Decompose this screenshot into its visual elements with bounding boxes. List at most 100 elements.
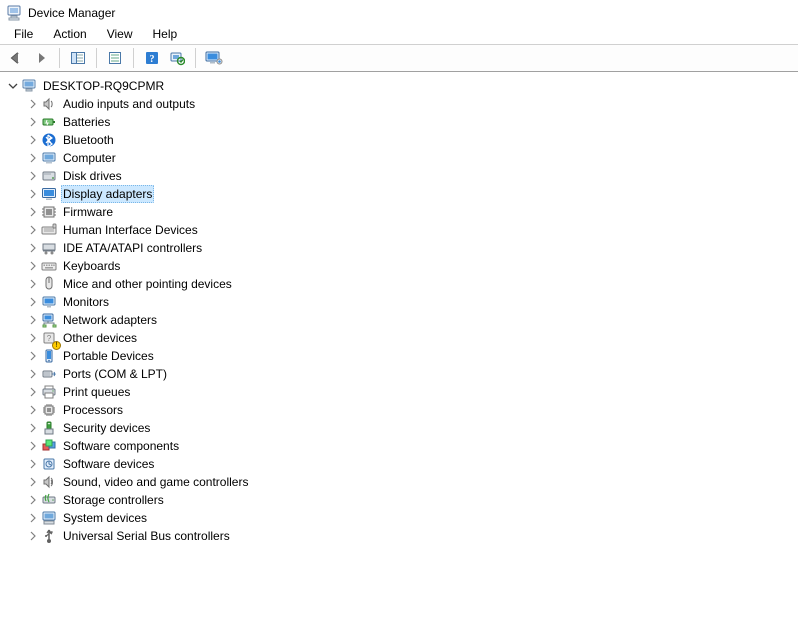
tree-category-label[interactable]: Batteries <box>61 114 112 130</box>
chevron-right-icon[interactable] <box>26 367 40 381</box>
devices-button[interactable] <box>202 47 226 69</box>
tree-category[interactable]: Universal Serial Bus controllers <box>26 527 798 545</box>
tree-category[interactable]: IDE ATA/ATAPI controllers <box>26 239 798 257</box>
computer-small-icon <box>41 150 57 166</box>
chevron-right-icon[interactable] <box>26 511 40 525</box>
tree-category-label[interactable]: Computer <box>61 150 118 166</box>
scan-hardware-button[interactable] <box>165 47 189 69</box>
tree-category-label[interactable]: System devices <box>61 510 149 526</box>
tree-category[interactable]: Audio inputs and outputs <box>26 95 798 113</box>
tree-category[interactable]: Keyboards <box>26 257 798 275</box>
chevron-right-icon[interactable] <box>26 151 40 165</box>
keyboard-icon <box>41 258 57 274</box>
tree-category-label[interactable]: Software devices <box>61 456 156 472</box>
chevron-right-icon[interactable] <box>26 457 40 471</box>
chevron-right-icon[interactable] <box>26 241 40 255</box>
firmware-icon <box>41 204 57 220</box>
tree-category[interactable]: Ports (COM & LPT) <box>26 365 798 383</box>
network-icon <box>41 312 57 328</box>
tree-category-label[interactable]: Firmware <box>61 204 115 220</box>
chevron-right-icon[interactable] <box>26 277 40 291</box>
tree-category[interactable]: Batteries <box>26 113 798 131</box>
chevron-right-icon[interactable] <box>26 385 40 399</box>
chevron-right-icon[interactable] <box>26 349 40 363</box>
tree-category[interactable]: Monitors <box>26 293 798 311</box>
tree-category-label[interactable]: Network adapters <box>61 312 159 328</box>
tree-root-label[interactable]: DESKTOP-RQ9CPMR <box>41 78 166 94</box>
device-tree[interactable]: DESKTOP-RQ9CPMR Audio inputs and outputs… <box>0 72 798 628</box>
tree-category-label[interactable]: Mice and other pointing devices <box>61 276 234 292</box>
tree-category[interactable]: Mice and other pointing devices <box>26 275 798 293</box>
tree-category-label[interactable]: Security devices <box>61 420 152 436</box>
menu-view[interactable]: View <box>97 25 143 43</box>
chevron-right-icon[interactable] <box>26 223 40 237</box>
tree-category-label[interactable]: IDE ATA/ATAPI controllers <box>61 240 204 256</box>
tree-root-node[interactable]: DESKTOP-RQ9CPMR Audio inputs and outputs… <box>6 77 798 545</box>
tree-category[interactable]: Software devices <box>26 455 798 473</box>
chevron-down-icon[interactable] <box>6 79 20 93</box>
chevron-right-icon[interactable] <box>26 439 40 453</box>
tree-category-label[interactable]: Portable Devices <box>61 348 156 364</box>
computer-icon <box>21 78 37 94</box>
tree-category-label[interactable]: Human Interface Devices <box>61 222 200 238</box>
tree-category-label[interactable]: Ports (COM & LPT) <box>61 366 169 382</box>
help-button[interactable]: ? <box>140 47 164 69</box>
chevron-right-icon[interactable] <box>26 403 40 417</box>
tree-category[interactable]: Software components <box>26 437 798 455</box>
chevron-right-icon[interactable] <box>26 169 40 183</box>
tree-category[interactable]: Computer <box>26 149 798 167</box>
tree-category[interactable]: Processors <box>26 401 798 419</box>
tree-category[interactable]: Print queues <box>26 383 798 401</box>
chevron-right-icon[interactable] <box>26 97 40 111</box>
properties-button[interactable] <box>103 47 127 69</box>
tree-category-label[interactable]: Display adapters <box>61 185 154 203</box>
chevron-right-icon[interactable] <box>26 187 40 201</box>
tree-category-label[interactable]: Processors <box>61 402 125 418</box>
tree-category-label[interactable]: Disk drives <box>61 168 124 184</box>
tree-category[interactable]: Display adapters <box>26 185 798 203</box>
tree-category-label[interactable]: Universal Serial Bus controllers <box>61 528 232 544</box>
tree-category[interactable]: Portable Devices <box>26 347 798 365</box>
forward-button[interactable] <box>29 47 53 69</box>
tree-category[interactable]: Disk drives <box>26 167 798 185</box>
chevron-right-icon[interactable] <box>26 295 40 309</box>
chevron-right-icon[interactable] <box>26 205 40 219</box>
menu-file[interactable]: File <box>4 25 43 43</box>
titlebar: Device Manager <box>0 0 798 24</box>
tree-category[interactable]: Sound, video and game controllers <box>26 473 798 491</box>
tree-category-label[interactable]: Audio inputs and outputs <box>61 96 197 112</box>
chevron-right-icon[interactable] <box>26 529 40 543</box>
tree-category-label[interactable]: Monitors <box>61 294 111 310</box>
tree-category[interactable]: Security devices <box>26 419 798 437</box>
chevron-right-icon[interactable] <box>26 313 40 327</box>
monitor-small-icon <box>41 294 57 310</box>
tree-category[interactable]: Storage controllers <box>26 491 798 509</box>
tree-category-label[interactable]: Software components <box>61 438 181 454</box>
tree-category[interactable]: Bluetooth <box>26 131 798 149</box>
chevron-right-icon[interactable] <box>26 133 40 147</box>
tree-category[interactable]: System devices <box>26 509 798 527</box>
tree-category-label[interactable]: Storage controllers <box>61 492 166 508</box>
tree-category[interactable]: ?!Other devices <box>26 329 798 347</box>
chevron-right-icon[interactable] <box>26 115 40 129</box>
chevron-right-icon[interactable] <box>26 259 40 273</box>
toolbar-separator <box>133 48 134 68</box>
back-button[interactable] <box>4 47 28 69</box>
tree-category-label[interactable]: Other devices <box>61 330 139 346</box>
tree-category-label[interactable]: Keyboards <box>61 258 122 274</box>
tree-category[interactable]: Human Interface Devices <box>26 221 798 239</box>
tree-category[interactable]: Network adapters <box>26 311 798 329</box>
chevron-right-icon[interactable] <box>26 475 40 489</box>
menu-help[interactable]: Help <box>143 25 188 43</box>
chevron-right-icon[interactable] <box>26 421 40 435</box>
chevron-right-icon[interactable] <box>26 331 40 345</box>
show-hide-console-tree-button[interactable] <box>66 47 90 69</box>
hid-icon <box>41 222 57 238</box>
tree-category[interactable]: Firmware <box>26 203 798 221</box>
tree-category-label[interactable]: Sound, video and game controllers <box>61 474 250 490</box>
chevron-right-icon[interactable] <box>26 493 40 507</box>
toolbar-separator <box>96 48 97 68</box>
tree-category-label[interactable]: Print queues <box>61 384 132 400</box>
menu-action[interactable]: Action <box>43 25 96 43</box>
tree-category-label[interactable]: Bluetooth <box>61 132 116 148</box>
